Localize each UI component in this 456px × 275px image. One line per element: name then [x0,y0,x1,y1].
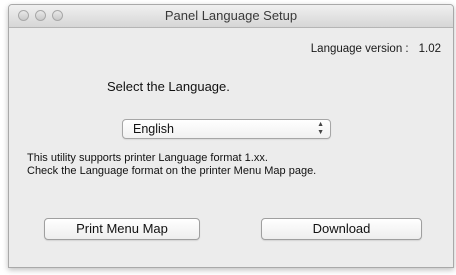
window-title: Panel Language Setup [164,8,298,23]
print-menu-map-button[interactable]: Print Menu Map [44,218,200,240]
select-arrows-icon: ▲ ▼ [317,121,324,136]
title-bar[interactable]: Panel Language Setup [9,5,453,28]
info-line-1: This utility supports printer Language f… [27,152,268,164]
language-select[interactable]: English ▲ ▼ [122,119,331,139]
select-language-prompt: Select the Language. [107,79,230,94]
info-line-2: Check the Language format on the printer… [27,165,317,177]
language-version: Language version : 1.02 [311,43,441,55]
language-version-value: 1.02 [418,43,441,55]
download-button[interactable]: Download [261,218,422,240]
dialog-window: Panel Language Setup Language version : 1… [8,4,454,268]
language-version-label: Language version : [310,43,409,55]
language-select-value: English [133,122,174,136]
info-text: This utility supports printer Language f… [27,152,316,178]
